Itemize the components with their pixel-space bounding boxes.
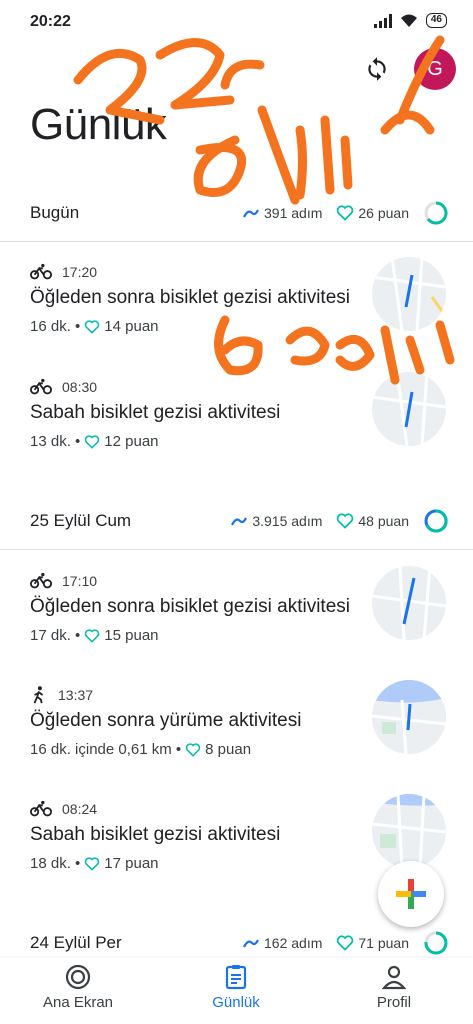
nav-label: Ana Ekran <box>42 994 114 1011</box>
activity-points: 14 puan <box>104 318 159 335</box>
bike-icon <box>30 378 52 395</box>
activity-ring-icon <box>424 931 448 955</box>
route-map-thumbnail <box>372 257 446 331</box>
activity-time: 13:37 <box>58 687 94 703</box>
heart-points: 26 puan <box>358 205 409 221</box>
activity-title: Öğleden sonra yürüme aktivitesi <box>30 710 302 731</box>
steps-icon <box>243 209 259 218</box>
activity-item[interactable]: 17:10 Öğleden sonra bisiklet gezisi akti… <box>0 566 473 682</box>
activity-title: Öğleden sonra bisiklet gezisi aktivitesi <box>30 287 350 308</box>
day-stats: 3.915 adım 48 puan <box>230 508 449 534</box>
day-label: Bugün <box>30 203 80 222</box>
activity-points: 15 puan <box>104 627 159 644</box>
heart-points-icon <box>85 434 100 449</box>
activity-points: 8 puan <box>205 741 252 758</box>
journal-icon <box>225 965 247 990</box>
activity-detail: 16 dk. içinde 0,61 km • <box>30 741 182 758</box>
walk-icon <box>33 686 44 704</box>
heart-points-icon <box>337 205 354 221</box>
day-label: 25 Eylül Cum <box>30 511 132 530</box>
day-summary-today[interactable]: Bugün 391 adım 26 puan <box>0 188 473 238</box>
steps-icon <box>243 939 259 948</box>
bike-icon <box>30 572 52 589</box>
nav-profile[interactable]: Profil <box>334 964 454 1011</box>
activity-time: 17:10 <box>62 573 98 589</box>
heart-points-icon <box>185 742 201 757</box>
heart-points: 71 puan <box>358 935 409 951</box>
day-label: 24 Eylül Per <box>30 933 122 952</box>
avatar[interactable]: G <box>414 48 456 90</box>
nav-journal[interactable]: Günlük <box>176 964 296 1011</box>
steps-count: 162 adım <box>264 935 323 951</box>
signal-icon <box>373 13 392 28</box>
route-map-thumbnail <box>372 372 446 446</box>
sync-icon <box>368 57 386 81</box>
status-bar: 20:22 46 <box>0 0 473 44</box>
route-map-thumbnail <box>372 794 446 868</box>
nav-home[interactable]: Ana Ekran <box>18 964 138 1011</box>
wifi-icon <box>400 14 417 27</box>
activity-item[interactable]: 13:37 Öğleden sonra yürüme aktivitesi 16… <box>0 680 473 796</box>
day-stats: 391 adım 26 puan <box>242 200 449 226</box>
activity-ring-icon <box>424 201 448 225</box>
activity-time: 17:20 <box>62 264 98 280</box>
steps-icon <box>231 517 248 526</box>
activity-time: 08:24 <box>62 801 98 817</box>
activity-title: Sabah bisiklet gezisi aktivitesi <box>30 824 281 845</box>
bike-icon <box>30 263 52 280</box>
heart-points-icon <box>337 513 354 529</box>
divider <box>0 549 473 550</box>
bike-icon <box>30 800 52 817</box>
add-activity-button[interactable] <box>378 861 444 927</box>
activity-ring-icon <box>424 509 448 533</box>
activity-time: 08:30 <box>62 379 98 395</box>
route-map-thumbnail <box>372 680 446 754</box>
page-title: Günlük <box>30 100 167 149</box>
heart-points-icon <box>85 628 100 643</box>
person-icon <box>382 965 406 990</box>
activity-detail: 16 dk. • <box>30 318 81 335</box>
day-stats: 162 adım 71 puan <box>242 930 449 956</box>
bottom-navigation: Ana Ekran Günlük Profil <box>0 958 473 1024</box>
activity-detail: 18 dk. • <box>30 855 81 872</box>
activity-title: Öğleden sonra bisiklet gezisi aktivitesi <box>30 596 350 617</box>
activity-detail: 13 dk. • <box>30 433 81 450</box>
heart-points-icon <box>337 935 354 951</box>
battery-indicator: 46 <box>425 13 447 28</box>
sync-button[interactable] <box>360 52 394 86</box>
status-time: 20:22 <box>30 13 71 30</box>
status-icons: 46 <box>373 13 447 28</box>
heart-points-icon <box>85 856 100 871</box>
divider <box>0 241 473 242</box>
day-summary[interactable]: 25 Eylül Cum 3.915 adım 48 puan <box>0 496 473 546</box>
heart-points: 48 puan <box>358 513 409 529</box>
route-map-thumbnail <box>372 566 446 640</box>
activity-points: 12 puan <box>104 433 159 450</box>
activity-detail: 17 dk. • <box>30 627 81 644</box>
activity-item[interactable]: 17:20 Öğleden sonra bisiklet gezisi akti… <box>0 257 473 373</box>
home-ring-icon <box>65 964 91 990</box>
steps-count: 3.915 adım <box>252 513 323 529</box>
activity-points: 17 puan <box>104 855 159 872</box>
plus-icon <box>396 879 426 909</box>
activity-title: Sabah bisiklet gezisi aktivitesi <box>30 402 281 423</box>
nav-label: Günlük <box>212 994 260 1011</box>
heart-points-icon <box>85 319 100 334</box>
nav-label: Profil <box>376 994 412 1011</box>
steps-count: 391 adım <box>264 205 323 221</box>
activity-item[interactable]: 08:30 Sabah bisiklet gezisi aktivitesi 1… <box>0 372 473 488</box>
